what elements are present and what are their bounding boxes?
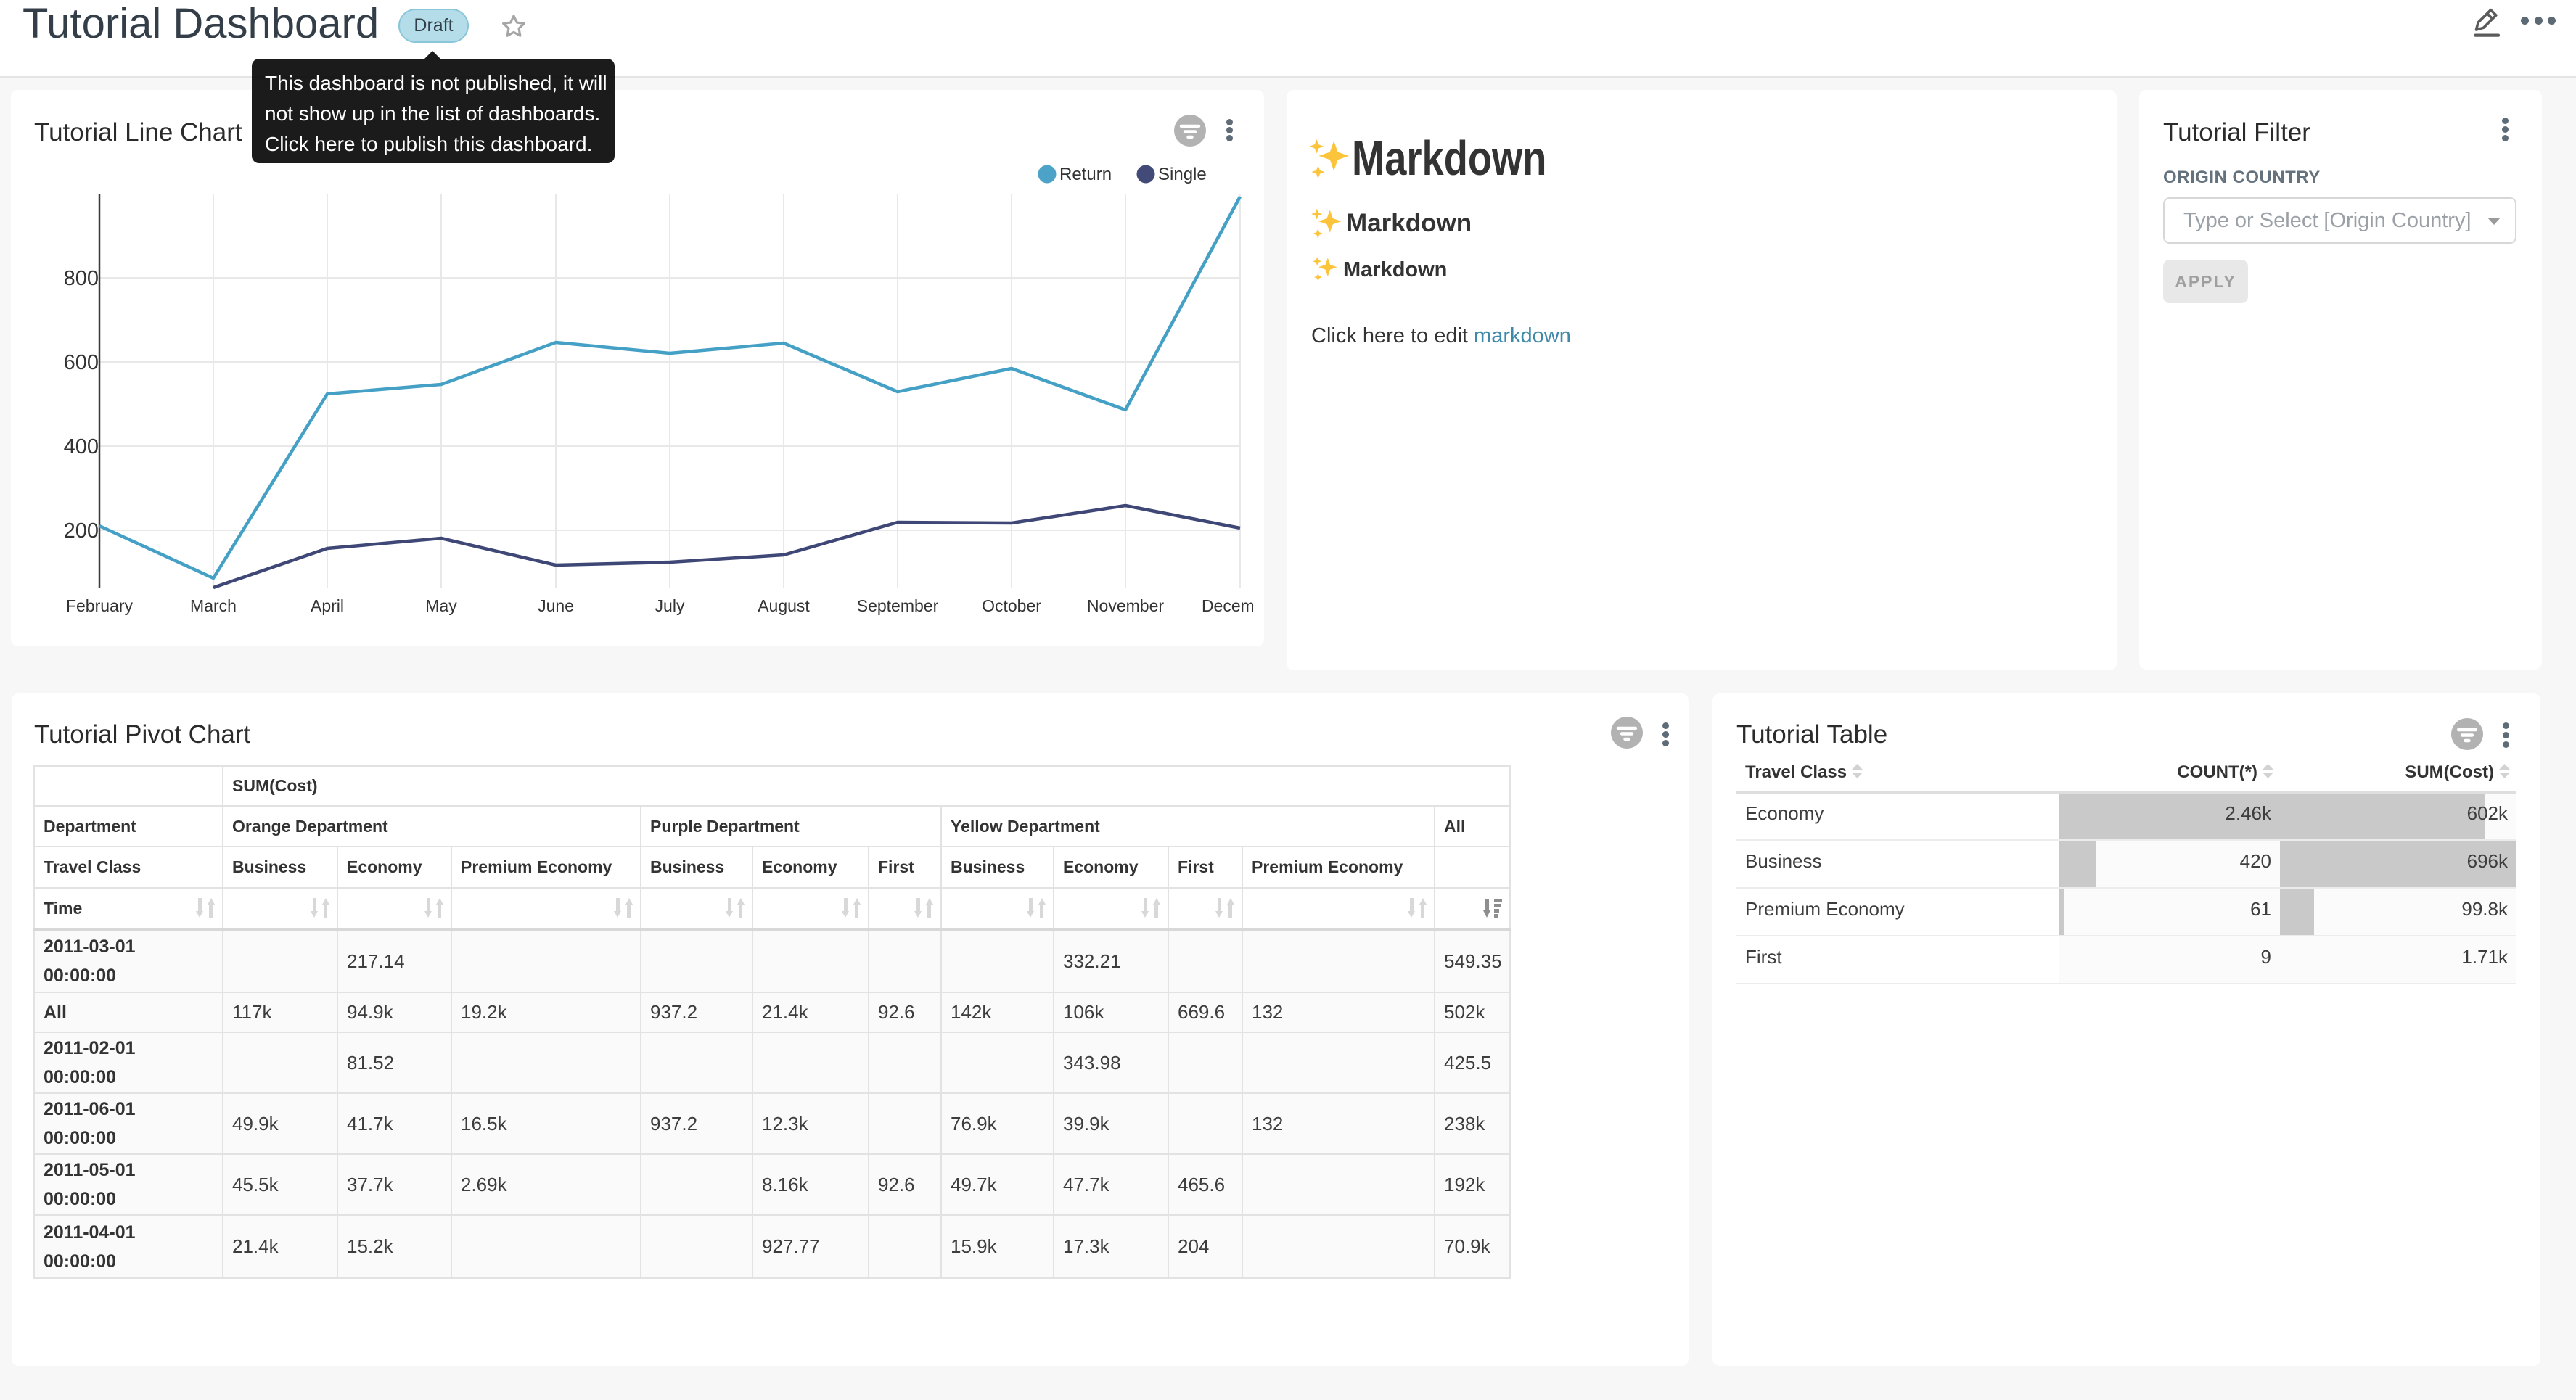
svg-text:May: May: [425, 596, 457, 615]
svg-text:June: June: [538, 596, 574, 615]
svg-text:April: April: [311, 596, 344, 615]
svg-text:November: November: [1087, 596, 1164, 615]
svg-text:Single: Single: [1158, 165, 1207, 184]
svg-text:July: July: [655, 596, 685, 615]
svg-text:200: 200: [64, 519, 99, 543]
svg-text:August: August: [758, 596, 810, 615]
svg-text:February: February: [66, 596, 134, 615]
svg-text:400: 400: [64, 435, 99, 458]
svg-text:Return: Return: [1059, 165, 1112, 184]
svg-text:800: 800: [64, 267, 99, 290]
svg-text:March: March: [190, 596, 237, 615]
svg-text:600: 600: [64, 351, 99, 374]
svg-text:December: December: [1202, 596, 1253, 615]
svg-text:October: October: [982, 596, 1041, 615]
svg-text:September: September: [857, 596, 939, 615]
